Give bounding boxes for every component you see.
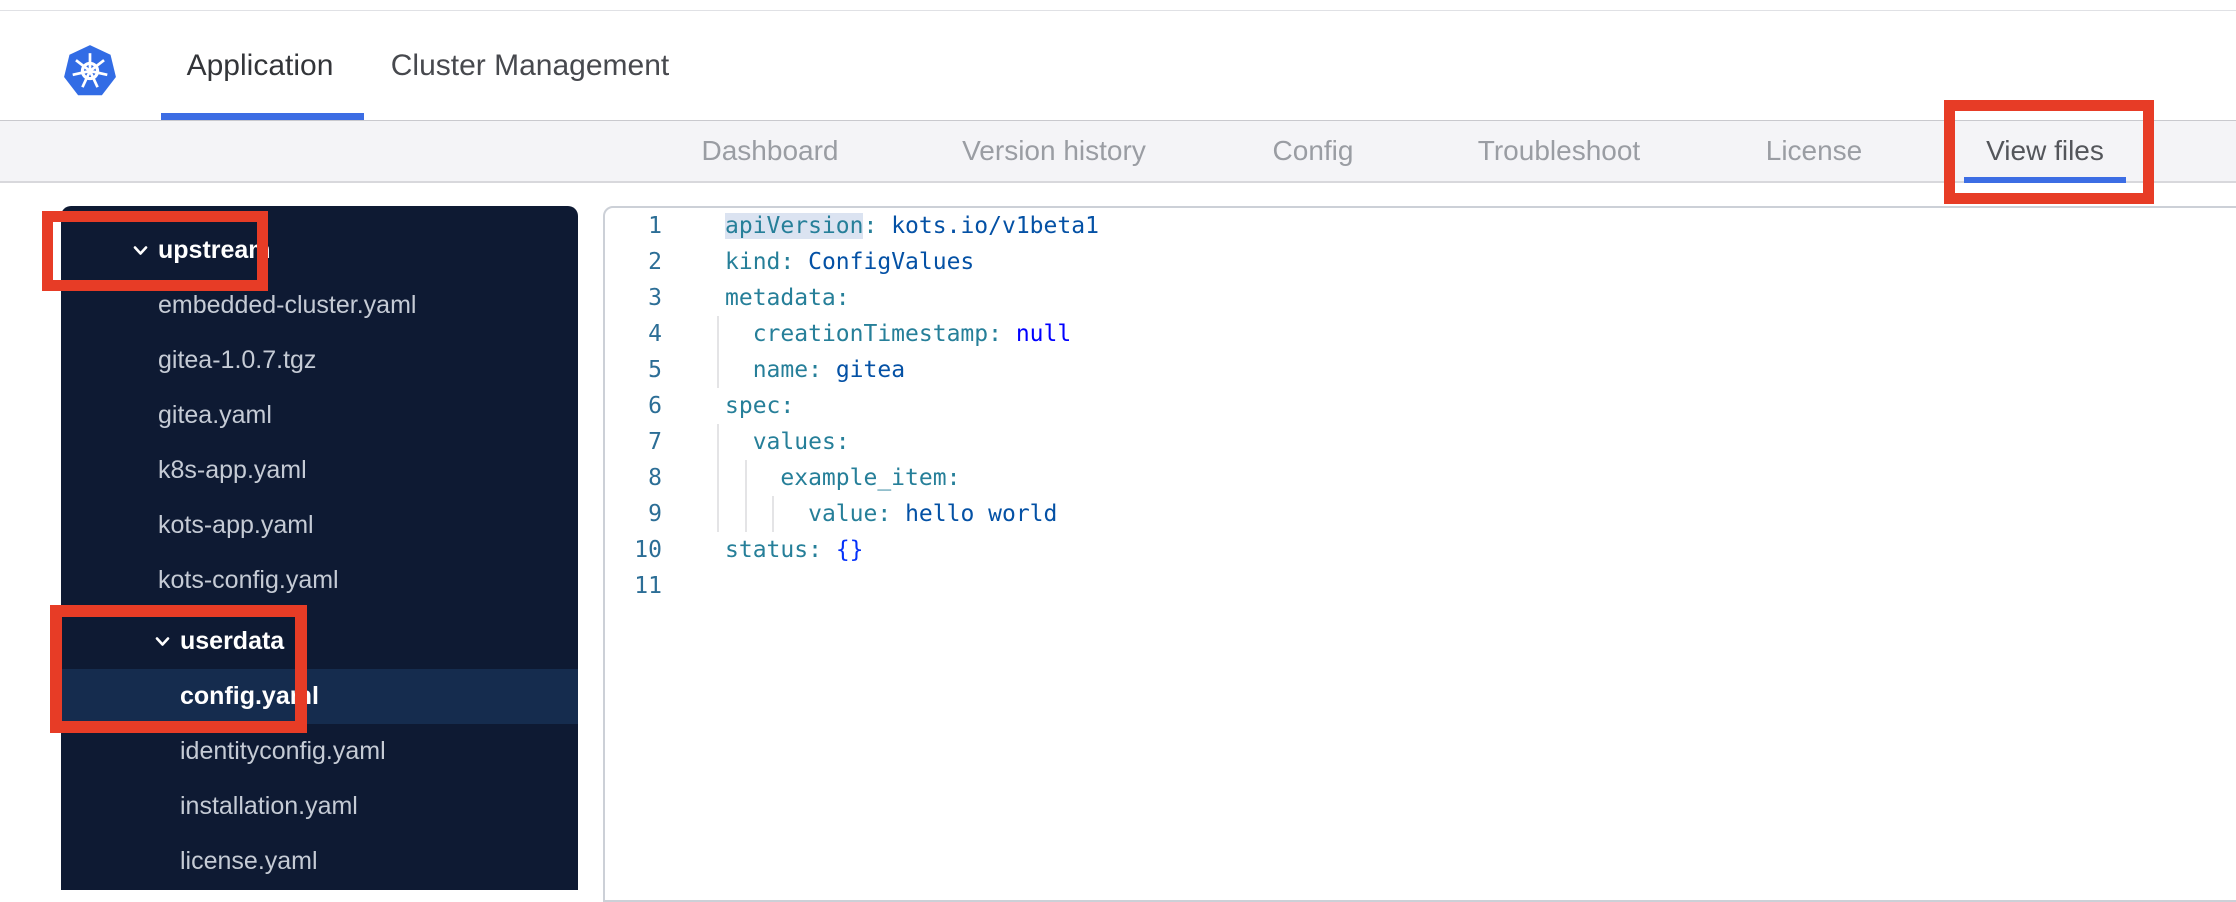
code-line-6: 6 spec:: [605, 388, 2236, 424]
code-line-2: 2 kind: ConfigValues: [605, 244, 2236, 280]
topnav-tab-application[interactable]: Application: [187, 49, 334, 83]
active-subnav-underline: [1964, 177, 2126, 183]
indent-guide: [744, 460, 747, 496]
folder-label: upstream: [158, 236, 271, 264]
file-label: identityconfig.yaml: [180, 737, 386, 765]
tree-item-installation-yaml[interactable]: installation.yaml: [61, 779, 578, 834]
file-label: k8s-app.yaml: [158, 456, 307, 484]
code-text: values:: [662, 424, 850, 460]
code-text: metadata:: [725, 285, 850, 311]
file-tree-sidebar: upstream embedded-cluster.yaml gitea-1.0.7…: [61, 206, 578, 890]
indent-guide: [772, 496, 775, 532]
tree-item-gitea-yaml[interactable]: gitea.yaml: [61, 388, 578, 443]
code-text: creationTimestamp: null: [662, 316, 1071, 352]
indent-guide: [717, 496, 719, 532]
app-subnav: Dashboard Version history Config Troublesho…: [0, 120, 2236, 183]
folder-label: userdata: [180, 627, 285, 655]
indent-guide: [717, 424, 719, 460]
code-text: example_item:: [662, 460, 960, 496]
topnav-tab-cluster-management[interactable]: Cluster Management: [391, 49, 669, 83]
kubernetes-logo-icon: [64, 45, 116, 96]
line-number: 4: [648, 321, 662, 347]
yaml-editor-panel[interactable]: 1 apiVersion: kots.io/v1beta1 2 kind: Confi…: [603, 206, 2236, 902]
file-label: installation.yaml: [180, 792, 358, 820]
code-text: kind: ConfigValues: [725, 249, 975, 275]
subnav-tab-version-history[interactable]: Version history: [962, 135, 1146, 167]
file-label: config.yaml: [180, 682, 319, 710]
top-navbar: Application Cluster Management: [0, 11, 2236, 120]
tree-item-gitea-1-0-7-tgz[interactable]: gitea-1.0.7.tgz: [61, 333, 578, 388]
tree-item-license-yaml[interactable]: license.yaml: [61, 834, 578, 889]
active-topnav-underline: [161, 113, 364, 120]
line-number: 2: [648, 249, 662, 275]
code-text: name: gitea: [662, 352, 905, 388]
line-number: 6: [648, 393, 662, 419]
chevron-down-icon: [131, 241, 150, 260]
file-label: embedded-cluster.yaml: [158, 291, 417, 319]
tree-item-identityconfig-yaml[interactable]: identityconfig.yaml: [61, 724, 578, 779]
line-number: 10: [634, 537, 662, 563]
line-number: 11: [634, 573, 662, 599]
code-line-8: 8 example_item:: [605, 460, 2236, 496]
code-line-3: 3 metadata:: [605, 280, 2236, 316]
code-line-1: 1 apiVersion: kots.io/v1beta1: [605, 208, 2236, 244]
code-line-7: 7 values:: [605, 424, 2236, 460]
subnav-tab-config[interactable]: Config: [1273, 135, 1354, 167]
subnav-tab-view-files[interactable]: View files: [1986, 135, 2104, 167]
chevron-down-icon: [153, 632, 172, 651]
tree-item-userdata[interactable]: userdata: [61, 614, 578, 669]
file-label: kots-config.yaml: [158, 566, 339, 594]
line-number: 1: [648, 213, 662, 239]
code-text: status: {}: [725, 537, 864, 563]
code-line-9: 9 value: hello world: [605, 496, 2236, 532]
file-label: kots-app.yaml: [158, 511, 314, 539]
code-text: value: hello world: [662, 496, 1057, 532]
line-number: 8: [648, 465, 662, 491]
indent-guide: [717, 460, 719, 496]
line-number: 7: [648, 429, 662, 455]
file-label: gitea-1.0.7.tgz: [158, 346, 317, 374]
subnav-tab-license[interactable]: License: [1766, 135, 1863, 167]
indent-guide: [717, 316, 719, 352]
indent-guide: [717, 352, 719, 388]
file-label: license.yaml: [180, 847, 318, 875]
code-text: spec:: [725, 393, 795, 419]
line-number: 9: [648, 501, 662, 527]
line-number: 5: [648, 357, 662, 383]
code-line-5: 5 name: gitea: [605, 352, 2236, 388]
subnav-tab-troubleshoot[interactable]: Troubleshoot: [1478, 135, 1640, 167]
tree-item-upstream[interactable]: upstream: [61, 223, 578, 278]
tree-item-kots-config-yaml[interactable]: kots-config.yaml: [61, 553, 578, 608]
code-text: apiVersion: kots.io/v1beta1: [725, 213, 1099, 239]
file-label: gitea.yaml: [158, 401, 272, 429]
line-number: 3: [648, 285, 662, 311]
code-line-10: 10 status: {}: [605, 532, 2236, 568]
tree-item-k8s-app-yaml[interactable]: k8s-app.yaml: [61, 443, 578, 498]
code-line-4: 4 creationTimestamp: null: [605, 316, 2236, 352]
indent-guide: [744, 496, 747, 532]
tree-item-embedded-cluster-yaml[interactable]: embedded-cluster.yaml: [61, 278, 578, 333]
tree-item-config-yaml[interactable]: config.yaml: [61, 669, 578, 724]
code-line-11: 11: [605, 568, 2236, 604]
tree-item-kots-app-yaml[interactable]: kots-app.yaml: [61, 498, 578, 553]
subnav-tab-dashboard[interactable]: Dashboard: [702, 135, 839, 167]
